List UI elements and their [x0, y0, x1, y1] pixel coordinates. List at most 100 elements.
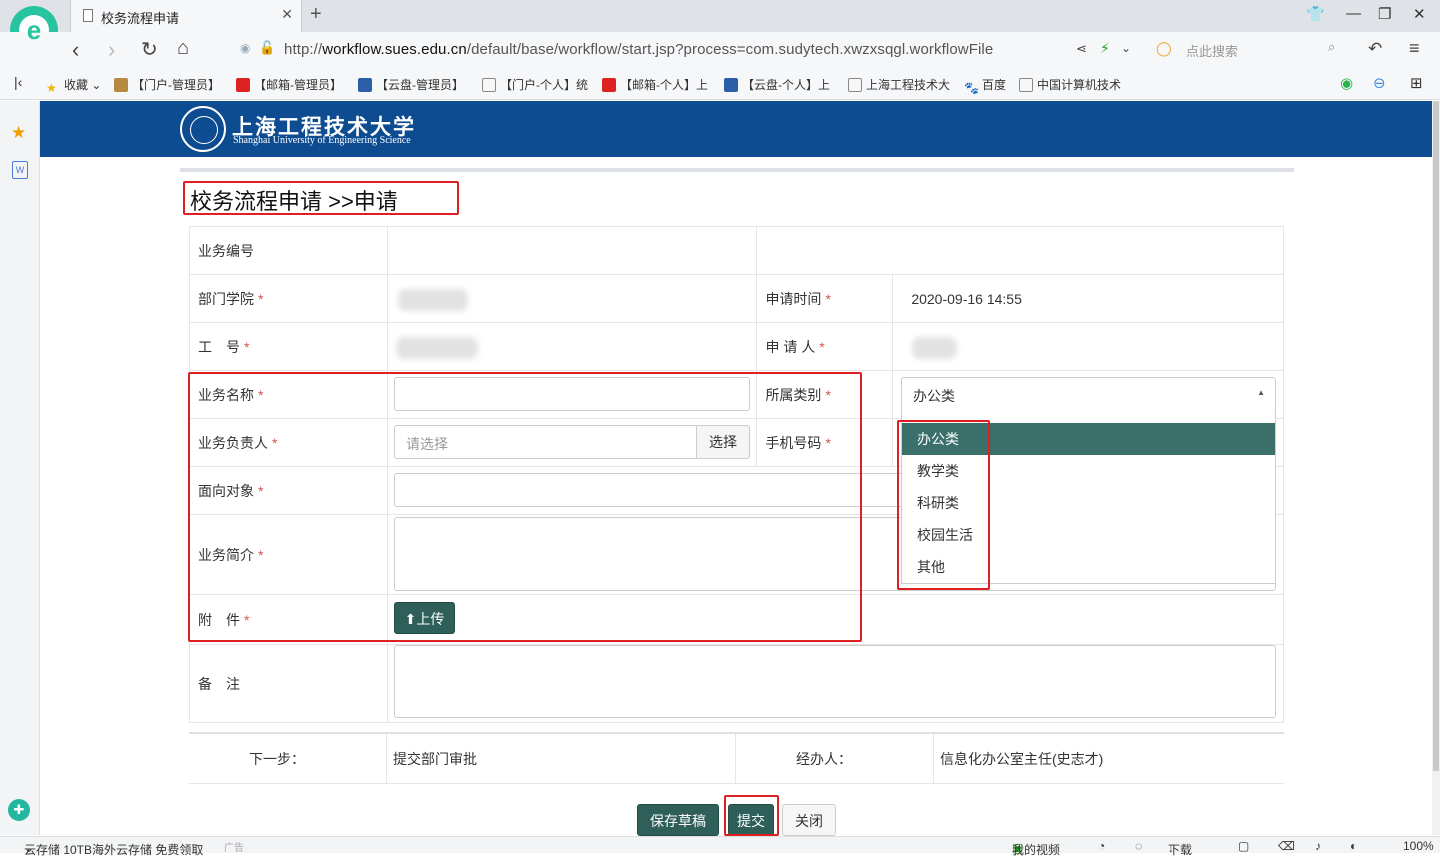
url-field[interactable]: http://workflow.sues.edu.cn/default/base… [284, 41, 993, 58]
page-icon [848, 78, 862, 92]
favorites-button[interactable]: ★ 收藏 ⌄ [46, 76, 101, 95]
browser-tab[interactable]: 校务流程申请 ✕ [70, 0, 302, 32]
remark-textarea[interactable] [394, 645, 1276, 718]
highlight-submit [724, 795, 779, 836]
remark-label: 备 注 [189, 644, 388, 723]
baidu-icon: 🐾 [964, 81, 979, 95]
category-select[interactable]: 办公类 ▲ [901, 377, 1276, 411]
university-seal-icon [180, 106, 226, 152]
redacted-department [398, 289, 468, 311]
search-icon[interactable]: ⌕ [1328, 39, 1335, 55]
applicant-label: 申 请 人 * [756, 322, 894, 371]
caret-up-icon: ▲ [1257, 388, 1265, 397]
back-icon[interactable]: ‹ [72, 37, 79, 63]
speed-icon[interactable]: ⚡ [1100, 40, 1110, 57]
bookmark-item[interactable]: 【云盘-管理员】 [358, 76, 464, 93]
address-bar: ‹ › ↻ ⌂ ◉ 🔓 http://workflow.sues.edu.cn/… [0, 32, 1440, 68]
handler-value: 信息化办公室主任(史志才) [940, 751, 1104, 767]
zoom-out-icon[interactable]: ◐ [1350, 839, 1357, 853]
image-icon[interactable]: ▢ [1238, 839, 1249, 853]
redacted-staff-no [396, 337, 478, 359]
new-tab-icon[interactable]: + [310, 3, 322, 26]
bookmark-item[interactable]: 【门户-管理员】 [114, 76, 220, 93]
form-row: 部门学院 * 申请时间 * 2020-09-16 14:55 [189, 274, 1284, 323]
next-step-label: 下一步： [189, 734, 387, 784]
document-icon[interactable]: W [12, 161, 28, 179]
handler-label: 经办人： [736, 734, 934, 784]
browser-logo[interactable]: e [10, 6, 58, 54]
maximize-icon[interactable]: ❐ [1378, 5, 1391, 23]
empty-cell [756, 226, 1284, 275]
business-no-label: 业务编号 [189, 226, 388, 275]
minimize-icon[interactable]: — [1346, 5, 1361, 22]
insecure-lock-icon[interactable]: 🔓 [259, 40, 275, 56]
star-icon: ★ [46, 81, 57, 95]
bookmark-item[interactable]: 【门户-个人】统 [482, 76, 588, 93]
highlight-category-options [897, 420, 990, 590]
forward-icon[interactable]: › [108, 37, 115, 63]
page-icon [1019, 78, 1033, 92]
page-icon [482, 78, 496, 92]
home-icon[interactable]: ⌂ [177, 37, 189, 60]
portal-icon [114, 78, 128, 92]
cloud-icon [358, 78, 372, 92]
apply-time-value: 2020-09-16 14:55 [892, 274, 1284, 323]
next-step-row: 下一步： 提交部门审批 经办人： 信息化办公室主任(史志才) [189, 732, 1284, 784]
bookmarks-bar: |‹ ★ 收藏 ⌄ 【门户-管理员】 【邮箱-管理员】 【云盘-管理员】 【门户-… [0, 68, 1440, 100]
bookmark-item[interactable]: 【邮箱-管理员】 [236, 76, 342, 93]
share-icon[interactable]: ⋖ [1076, 41, 1087, 57]
highlight-title [183, 181, 459, 215]
page-scrollbar[interactable] [1432, 101, 1440, 835]
star-icon[interactable]: ★ [11, 123, 26, 143]
highlight-required-fields [188, 372, 862, 642]
mail-icon [236, 78, 250, 92]
plugin-icon[interactable]: ✚ [8, 799, 30, 821]
menu-icon[interactable]: ≡ [1409, 38, 1420, 59]
apply-time-label: 申请时间 * [756, 274, 894, 323]
bookmark-item[interactable]: 中国计算机技术 [1019, 76, 1121, 93]
cast-icon[interactable]: ◌ [1135, 839, 1142, 853]
site-header: 上海工程技术大学 Shanghai University of Engineer… [40, 101, 1432, 157]
category-selected-value: 办公类 [913, 388, 955, 404]
chevron-down-icon[interactable]: ⌄ [1121, 41, 1131, 55]
edge-icon[interactable]: ◔ [1098, 839, 1105, 853]
bookmark-item[interactable]: 【云盘-个人】上 [724, 76, 830, 93]
mail-icon [602, 78, 616, 92]
close-tab-icon[interactable]: ✕ [281, 6, 293, 23]
sound-icon[interactable]: ♪ [1315, 839, 1321, 853]
search-placeholder: 点此搜索 [1186, 44, 1239, 59]
business-no-value [386, 226, 758, 275]
minus-circle-icon[interactable]: ⊖ [1373, 74, 1386, 92]
staff-no-label: 工 号 * [189, 322, 388, 371]
cloud-icon [724, 78, 738, 92]
skin-icon[interactable]: 👕 [1306, 5, 1325, 23]
search-box[interactable]: ◯ 点此搜索 ⌕ [1150, 38, 1345, 62]
ad-label: 广告 [224, 843, 244, 854]
department-label: 部门学院 * [189, 274, 388, 323]
refresh-icon[interactable]: ↻ [141, 37, 158, 62]
browser-status-bar: ⌄ 云存储 10TB海外云存储 免费领取 广告 ▣ 我的视频 ◔ ◌ ↓ 下载 … [0, 836, 1440, 857]
close-button[interactable]: 关闭 [782, 804, 836, 836]
clean-icon[interactable]: ⌫ [1278, 839, 1295, 853]
zoom-level[interactable]: 100% [1403, 839, 1434, 853]
collapse-sidebar-icon[interactable]: |‹ [14, 74, 22, 90]
scrollbar-thumb[interactable] [1433, 101, 1439, 771]
browser-tab-bar: 校务流程申请 ✕ + 👕 — ❐ ✕ [0, 0, 1440, 32]
tab-title: 校务流程申请 [101, 11, 180, 26]
browser-sidebar: ★ W ✚ [0, 101, 40, 835]
redacted-applicant [912, 337, 957, 359]
reader-icon[interactable]: ◉ [1340, 74, 1353, 92]
undo-icon[interactable]: ↶ [1368, 39, 1382, 59]
next-step-value: 提交部门审批 [387, 734, 736, 784]
bookmark-item[interactable]: 上海工程技术大 [848, 76, 950, 93]
save-draft-button[interactable]: 保存草稿 [637, 804, 719, 836]
search-engine-icon[interactable]: ◯ [1156, 40, 1172, 57]
page-icon [83, 9, 93, 22]
bookmark-item[interactable]: 【邮箱-个人】上 [602, 76, 708, 93]
form-row: 工 号 * 申 请 人 * [189, 322, 1284, 371]
form-row: 业务编号 [189, 226, 1284, 275]
bookmark-item[interactable]: 🐾 百度 [964, 76, 1006, 95]
apps-icon[interactable]: ⊞ [1410, 74, 1423, 92]
close-window-icon[interactable]: ✕ [1413, 5, 1426, 23]
security-icon[interactable]: ◉ [240, 41, 250, 55]
